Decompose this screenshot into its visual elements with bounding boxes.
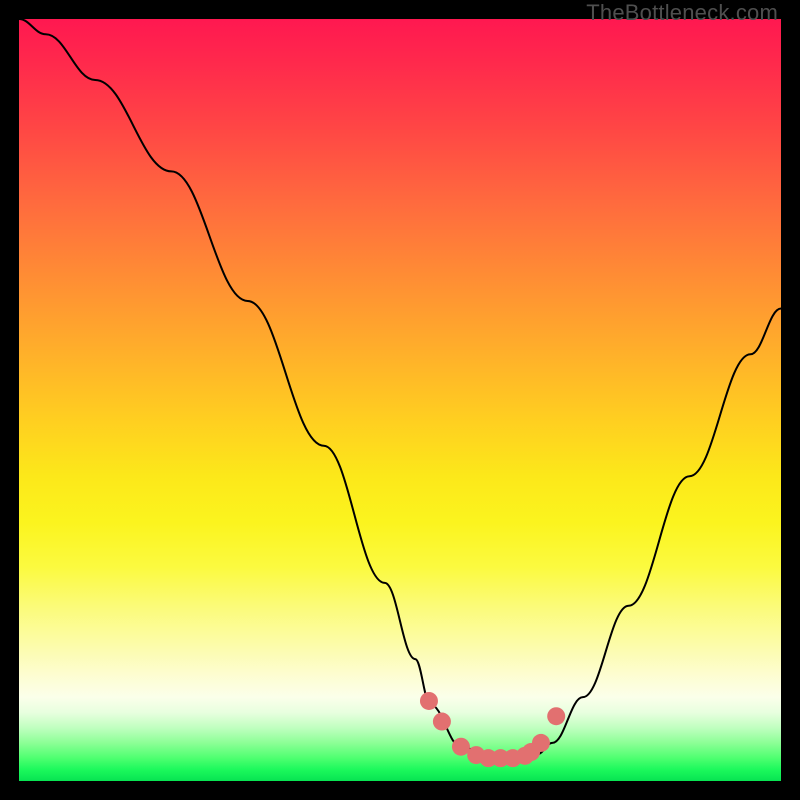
- chart-container: TheBottleneck.com: [0, 0, 800, 800]
- optimal-dot: [547, 707, 565, 725]
- optimal-dot: [433, 713, 451, 731]
- optimal-dot: [420, 692, 438, 710]
- plot-area: [19, 19, 781, 781]
- optimal-dot: [452, 738, 470, 756]
- watermark-text: TheBottleneck.com: [586, 0, 778, 26]
- bottleneck-curve: [19, 19, 781, 758]
- optimal-dot: [532, 734, 550, 752]
- curve-svg: [19, 19, 781, 781]
